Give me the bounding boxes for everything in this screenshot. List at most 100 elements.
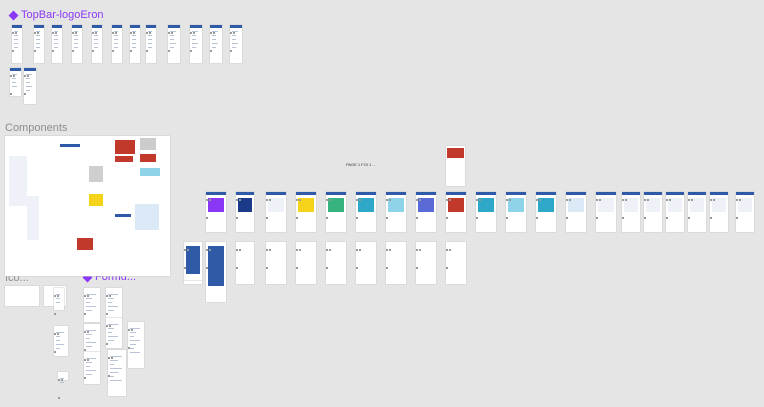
screen-frame[interactable] — [446, 146, 465, 186]
frame-menu-icon[interactable] — [190, 21, 198, 52]
components-section-label[interactable]: Components — [5, 122, 67, 134]
frame-menu-icon[interactable] — [446, 238, 454, 269]
frame-menu-icon[interactable] — [326, 188, 334, 219]
frame-menu-icon[interactable] — [84, 348, 92, 379]
screen-frame[interactable] — [536, 192, 556, 232]
topbar-variant[interactable] — [92, 25, 102, 63]
topbar-variant[interactable] — [24, 68, 36, 104]
canvas[interactable]: { "canvas": { "background": "#e5e5e5", "… — [0, 0, 764, 407]
frame-menu-icon[interactable] — [72, 21, 80, 52]
frame-menu-icon[interactable] — [92, 21, 100, 52]
topbar-variant[interactable] — [168, 25, 180, 63]
frame-menu-icon[interactable] — [130, 21, 138, 52]
topbar-variant[interactable] — [146, 25, 156, 63]
frame-menu-icon[interactable] — [416, 238, 424, 269]
screen-frame[interactable] — [326, 192, 346, 232]
form-variant[interactable] — [54, 288, 64, 310]
topbar-variant[interactable] — [230, 25, 242, 63]
screen-frame[interactable] — [476, 192, 496, 232]
components-board[interactable] — [5, 136, 170, 276]
screen-frame[interactable] — [206, 192, 226, 232]
frame-menu-icon[interactable] — [296, 188, 304, 219]
frame-menu-icon[interactable] — [210, 21, 218, 52]
frame-menu-icon[interactable] — [666, 188, 674, 219]
screen-frame[interactable] — [356, 192, 376, 232]
frame-menu-icon[interactable] — [84, 320, 92, 351]
frame-menu-icon[interactable] — [476, 188, 484, 219]
screen-frame[interactable] — [446, 192, 466, 232]
frame-menu-icon[interactable] — [10, 64, 18, 95]
screen-frame[interactable] — [206, 242, 226, 302]
frame-menu-icon[interactable] — [236, 188, 244, 219]
screen-frame[interactable] — [666, 192, 684, 232]
frame-menu-icon[interactable] — [206, 238, 214, 269]
frame-menu-icon[interactable] — [112, 21, 120, 52]
frame-menu-icon[interactable] — [386, 238, 394, 269]
topbar-component-label[interactable]: TopBar-logoEron — [8, 9, 104, 21]
frame-menu-icon[interactable] — [24, 64, 32, 95]
frame-menu-icon[interactable] — [184, 238, 192, 269]
frame-menu-icon[interactable] — [596, 188, 604, 219]
icons-board[interactable] — [5, 286, 39, 306]
form-variant[interactable] — [106, 288, 122, 322]
topbar-variant[interactable] — [72, 25, 82, 63]
topbar-variant[interactable] — [112, 25, 122, 63]
screen-frame[interactable] — [416, 192, 436, 232]
frame-menu-icon[interactable] — [536, 188, 544, 219]
screen-frame[interactable] — [296, 192, 316, 232]
text-line — [108, 336, 118, 337]
frame-menu-icon[interactable] — [230, 21, 238, 52]
topbar-variant[interactable] — [190, 25, 202, 63]
frame-menu-icon[interactable] — [386, 188, 394, 219]
topbar-variant[interactable] — [52, 25, 62, 63]
frame-menu-icon[interactable] — [326, 238, 334, 269]
topbar-variant[interactable] — [34, 25, 44, 63]
frame-menu-icon[interactable] — [566, 188, 574, 219]
frame-menu-icon[interactable] — [644, 188, 652, 219]
frame-menu-icon[interactable] — [58, 368, 66, 399]
screen-frame[interactable] — [566, 192, 586, 232]
form-variant[interactable] — [84, 288, 100, 322]
frame-menu-icon[interactable] — [12, 21, 20, 52]
frame-menu-icon[interactable] — [622, 188, 630, 219]
frame-menu-icon[interactable] — [34, 21, 42, 52]
frame-menu-icon[interactable] — [416, 188, 424, 219]
frame-menu-icon[interactable] — [54, 322, 62, 353]
screen-frame[interactable] — [506, 192, 526, 232]
frame-menu-icon[interactable] — [356, 188, 364, 219]
frame-menu-icon[interactable] — [266, 238, 274, 269]
frame-menu-icon[interactable] — [688, 188, 696, 219]
frame-menu-icon[interactable] — [106, 284, 114, 315]
screen-frame[interactable] — [596, 192, 616, 232]
frame-menu-icon[interactable] — [506, 188, 514, 219]
topbar-variant[interactable] — [130, 25, 140, 63]
frame-menu-icon[interactable] — [296, 238, 304, 269]
text-line — [86, 346, 92, 347]
frame-menu-icon[interactable] — [710, 188, 718, 219]
frame-menu-icon[interactable] — [54, 284, 62, 315]
screen-frame[interactable] — [736, 192, 754, 232]
frame-menu-icon[interactable] — [206, 188, 214, 219]
frame-menu-icon[interactable] — [128, 318, 136, 349]
screen-frame[interactable] — [688, 192, 706, 232]
topbar-variant[interactable] — [210, 25, 222, 63]
screen-frame[interactable] — [386, 192, 406, 232]
frame-menu-icon[interactable] — [446, 188, 454, 219]
frame-menu-icon[interactable] — [108, 346, 116, 377]
topbar-variant[interactable] — [12, 25, 22, 63]
frame-menu-icon[interactable] — [168, 21, 176, 52]
frame-menu-icon[interactable] — [236, 238, 244, 269]
screen-frame[interactable] — [184, 242, 202, 280]
frame-menu-icon[interactable] — [106, 314, 114, 345]
screen-frame[interactable] — [710, 192, 728, 232]
frame-menu-icon[interactable] — [736, 188, 744, 219]
frame-menu-icon[interactable] — [356, 238, 364, 269]
screen-frame[interactable] — [236, 192, 254, 232]
screen-frame[interactable] — [622, 192, 640, 232]
frame-menu-icon[interactable] — [52, 21, 60, 52]
screen-frame[interactable] — [644, 192, 662, 232]
frame-menu-icon[interactable] — [266, 188, 274, 219]
frame-menu-icon[interactable] — [84, 284, 92, 315]
frame-menu-icon[interactable] — [146, 21, 154, 52]
screen-frame[interactable] — [266, 192, 286, 232]
